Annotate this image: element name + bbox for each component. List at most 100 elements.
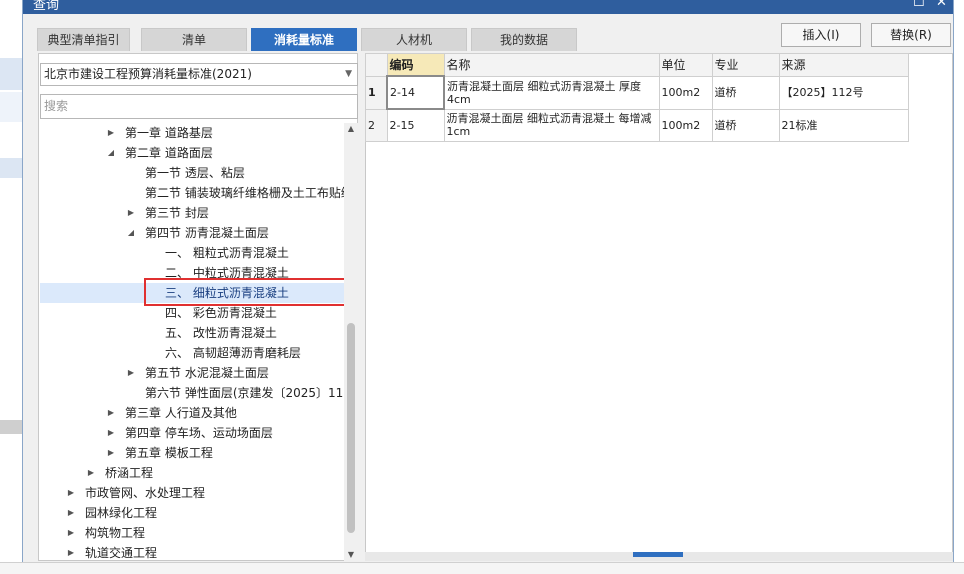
cell-code[interactable]: 2-14 — [386, 75, 445, 110]
insert-button[interactable]: 插入(I) — [781, 23, 861, 47]
grid-header-row: 编码 名称 单位 专业 来源 — [365, 53, 909, 77]
tab-my-data[interactable]: 我的数据 — [471, 28, 577, 51]
row-number: 2 — [365, 108, 388, 142]
tree-node[interactable]: ◢ 第四节 沥青混凝土面层 — [40, 223, 344, 243]
search-input[interactable]: 搜索 — [40, 94, 358, 119]
tree-node[interactable]: ▶ 第五节 水泥混凝土面层 — [40, 363, 344, 383]
tree-node[interactable]: ▶ 市政管网、水处理工程 — [40, 483, 344, 503]
tree-node[interactable]: 六、 高韧超薄沥青磨耗层 — [40, 343, 344, 363]
tree-node[interactable]: ▶ 第四章 停车场、运动场面层 — [40, 423, 344, 443]
tree-node[interactable]: 四、 彩色沥青混凝土 — [40, 303, 344, 323]
grid-horizontal-scrollbar[interactable] — [365, 552, 953, 561]
expand-icon[interactable]: ▶ — [66, 483, 76, 503]
cell-name[interactable]: 沥青混凝土面层 细粒式沥青混凝土 每增减1cm — [443, 108, 660, 142]
tree-node[interactable]: 五、 改性沥青混凝土 — [40, 323, 344, 343]
scroll-down-icon[interactable]: ▼ — [344, 549, 358, 561]
background-row — [0, 58, 22, 90]
tree-node-label: 第三节 封层 — [145, 206, 209, 220]
tree-node[interactable]: ▶ 第三章 人行道及其他 — [40, 403, 344, 423]
tree-node[interactable]: ▶ 第三节 封层 — [40, 203, 344, 223]
collapse-icon[interactable]: ◢ — [126, 223, 136, 243]
tab-bill[interactable]: 清单 — [141, 28, 247, 51]
expand-icon[interactable]: ▶ — [106, 123, 116, 143]
column-header-source[interactable]: 来源 — [778, 53, 909, 77]
tree-node[interactable]: ▶ 桥涵工程 — [40, 463, 344, 483]
dialog-titlebar: 查询 ☐ ✕ — [23, 0, 953, 14]
chevron-down-icon[interactable]: ▼ — [345, 64, 352, 85]
tree-node-label: 一、 粗粒式沥青混凝土 — [165, 246, 289, 260]
background-row — [0, 92, 22, 122]
tree-node[interactable]: 一、 粗粒式沥青混凝土 — [40, 243, 344, 263]
tree-node-label: 第五章 模板工程 — [125, 446, 213, 460]
expand-icon[interactable]: ▶ — [86, 463, 96, 483]
tree-node[interactable]: ▶ 园林绿化工程 — [40, 503, 344, 523]
tab-typical-bill-guide[interactable]: 典型清单指引 — [37, 28, 130, 51]
tree-node-label: 第一节 透层、粘层 — [145, 166, 245, 180]
expand-icon[interactable]: ▶ — [106, 423, 116, 443]
row-number: 1 — [365, 75, 388, 110]
tree-node-label: 第四章 停车场、运动场面层 — [125, 426, 273, 440]
column-header-name[interactable]: 名称 — [443, 53, 660, 77]
tree-scrollbar[interactable]: ▲ ▼ — [344, 123, 358, 561]
standard-select[interactable]: 北京市建设工程预算消耗量标准(2021) ▼ — [40, 63, 358, 86]
cell-specialty[interactable]: 道桥 — [711, 75, 780, 110]
collapse-icon[interactable]: ◢ — [106, 143, 116, 163]
tree-node-label: 第六节 弹性面层(京建发〔2025〕112... — [145, 386, 344, 400]
cell-code[interactable]: 2-15 — [386, 108, 445, 142]
column-header-unit[interactable]: 单位 — [658, 53, 713, 77]
tree-node-label: 第一章 道路基层 — [125, 126, 213, 140]
scrollbar-thumb[interactable] — [633, 552, 683, 557]
standard-select-value: 北京市建设工程预算消耗量标准(2021) — [44, 67, 252, 81]
replace-button[interactable]: 替换(R) — [871, 23, 951, 47]
background-row — [0, 158, 22, 178]
tree-node[interactable]: 第一节 透层、粘层 — [40, 163, 344, 183]
tab-labor-material-machine[interactable]: 人材机 — [361, 28, 467, 51]
tree-node-label: 园林绿化工程 — [85, 506, 158, 520]
expand-icon[interactable]: ▶ — [66, 503, 76, 523]
chapter-tree: ▶ 第一章 道路基层 ◢ 第二章 道路面层第一节 透层、粘层第二节 铺装玻璃纤维格栅及… — [40, 123, 344, 561]
cell-source[interactable]: 21标准 — [778, 108, 909, 142]
expand-icon[interactable]: ▶ — [106, 403, 116, 423]
tree-node[interactable]: 第二节 铺装玻璃纤维格栅及土工布贴缝 — [40, 183, 344, 203]
tree-node[interactable]: 第六节 弹性面层(京建发〔2025〕112... — [40, 383, 344, 403]
tree-node[interactable]: ▶ 构筑物工程 — [40, 523, 344, 543]
expand-icon[interactable]: ▶ — [126, 203, 136, 223]
result-grid: 编码 名称 单位 专业 来源 1 2-14 沥青混凝土面层 细粒式沥青混凝土 厚… — [365, 53, 909, 142]
tree-node-label: 市政管网、水处理工程 — [85, 486, 206, 500]
tree-node-label: 四、 彩色沥青混凝土 — [165, 306, 277, 320]
tab-consumption-standard[interactable]: 消耗量标准 — [251, 28, 357, 51]
tree-node[interactable]: ▶ 第五章 模板工程 — [40, 443, 344, 463]
table-row[interactable]: 1 2-14 沥青混凝土面层 细粒式沥青混凝土 厚度4cm 100m2 道桥 【… — [365, 75, 909, 110]
expand-icon[interactable]: ▶ — [66, 523, 76, 543]
table-row[interactable]: 2 2-15 沥青混凝土面层 细粒式沥青混凝土 每增减1cm 100m2 道桥 … — [365, 108, 909, 142]
tree-node-label: 构筑物工程 — [85, 526, 146, 540]
tree-node-label: 第二章 道路面层 — [125, 146, 213, 160]
column-header-code[interactable]: 编码 — [386, 53, 445, 77]
selection-highlight-box — [144, 278, 346, 306]
tree-node-label: 轨道交通工程 — [85, 546, 158, 560]
tree-node-label: 六、 高韧超薄沥青磨耗层 — [165, 346, 301, 360]
cell-source[interactable]: 【2025】112号 — [778, 75, 909, 110]
tree-node-label: 桥涵工程 — [105, 466, 154, 480]
tree-node[interactable]: ▶ 轨道交通工程 — [40, 543, 344, 561]
background-row — [0, 420, 22, 434]
expand-icon[interactable]: ▶ — [106, 443, 116, 463]
scrollbar-thumb[interactable] — [347, 323, 355, 533]
tree-node-label: 第三章 人行道及其他 — [125, 406, 237, 420]
scroll-up-icon[interactable]: ▲ — [344, 123, 358, 135]
cell-unit[interactable]: 100m2 — [658, 75, 713, 110]
close-icon[interactable]: ✕ — [936, 0, 947, 10]
expand-icon[interactable]: ▶ — [66, 543, 76, 561]
dialog-title: 查询 — [33, 0, 60, 13]
tree-node-label: 第五节 水泥混凝土面层 — [145, 366, 269, 380]
column-header-specialty[interactable]: 专业 — [711, 53, 780, 77]
cell-unit[interactable]: 100m2 — [658, 108, 713, 142]
tree-node-label: 五、 改性沥青混凝土 — [165, 326, 277, 340]
tree-node[interactable]: ▶ 第一章 道路基层 — [40, 123, 344, 143]
maximize-icon[interactable]: ☐ — [913, 0, 925, 10]
cell-specialty[interactable]: 道桥 — [711, 108, 780, 142]
cell-name[interactable]: 沥青混凝土面层 细粒式沥青混凝土 厚度4cm — [443, 75, 660, 110]
expand-icon[interactable]: ▶ — [126, 363, 136, 383]
tree-node[interactable]: ◢ 第二章 道路面层 — [40, 143, 344, 163]
row-number-header — [365, 53, 388, 77]
